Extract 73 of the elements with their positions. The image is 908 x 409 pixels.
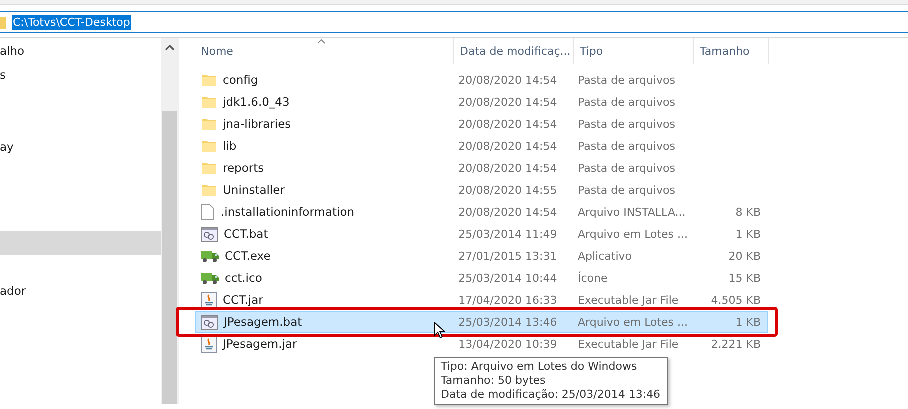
modified-date: 20/08/2020 14:54: [458, 162, 558, 174]
file-name[interactable]: JPesagem.bat: [224, 315, 302, 329]
nav-item[interactable]: ador: [0, 284, 26, 298]
truck-icon: [201, 271, 219, 285]
modified-date: 25/03/2014 13:46: [458, 316, 558, 328]
file-type: Aplicativo: [578, 250, 632, 262]
document-icon: [201, 204, 215, 220]
scroll-up-icon[interactable]: [164, 45, 174, 51]
file-type: Pasta de arquivos: [578, 96, 676, 108]
modified-date: 20/08/2020 14:54: [458, 96, 558, 108]
tooltip-line: Data de modificação: 25/03/2014 13:46: [441, 388, 661, 402]
file-type: Executable Jar File: [578, 294, 679, 306]
file-type: Pasta de arquivos: [578, 162, 676, 174]
address-path: C:\Totvs\CCT-Desktop: [12, 14, 132, 30]
file-type: Pasta de arquivos: [578, 118, 676, 130]
sort-caret-icon: [317, 39, 326, 44]
file-name[interactable]: CCT.bat: [224, 227, 268, 241]
file-size: 1 KB: [736, 228, 762, 240]
gear-window-icon: [201, 226, 218, 242]
file-name[interactable]: jna-libraries: [223, 117, 292, 131]
modified-date: 20/08/2020 14:54: [458, 140, 558, 152]
file-name[interactable]: CCT.jar: [223, 293, 264, 307]
file-size: 15 KB: [728, 272, 762, 284]
column-header[interactable]: Tipo: [574, 38, 694, 64]
file-type: Pasta de arquivos: [578, 184, 676, 196]
modified-date: 13/04/2020 10:39: [458, 338, 558, 350]
file-type: Ícone: [578, 272, 608, 284]
file-size: 1 KB: [736, 316, 762, 328]
tooltip-line: Tamanho: 50 bytes: [441, 374, 547, 388]
nav-item[interactable]: [0, 231, 161, 255]
file-size: 4.505 KB: [711, 294, 762, 306]
gear-window-icon: [201, 314, 218, 330]
modified-date: 20/08/2020 14:55: [458, 184, 558, 196]
file-name[interactable]: lib: [223, 139, 237, 153]
address-bar[interactable]: C:\Totvs\CCT-Desktop: [0, 11, 908, 33]
modified-date: 20/08/2020 14:54: [458, 118, 558, 130]
column-header[interactable]: Nome: [195, 38, 454, 64]
file-name[interactable]: CCT.exe: [225, 249, 271, 263]
file-name[interactable]: config: [223, 73, 258, 87]
file-type: Pasta de arquivos: [578, 140, 676, 152]
modified-date: 17/04/2020 16:33: [458, 294, 558, 306]
file-name[interactable]: .installationinformation: [221, 205, 355, 219]
java-file-icon: [201, 292, 217, 308]
scrollbar[interactable]: [161, 38, 178, 404]
nav-item[interactable]: ay: [0, 140, 14, 154]
column-header[interactable]: Data de modificaç...: [454, 38, 574, 64]
scroll-thumb[interactable]: [162, 111, 177, 404]
modified-date: 20/08/2020 14:54: [458, 74, 558, 86]
modified-date: 25/03/2014 11:49: [458, 228, 558, 240]
modified-date: 20/08/2020 14:54: [458, 206, 558, 218]
selected-row[interactable]: JPesagem.bat 25/03/2014 13:46 Arquivo em Lotes ... 1 KB: [195, 311, 768, 333]
file-type: Pasta de arquivos: [578, 74, 676, 86]
modified-date: 25/03/2014 10:44: [458, 272, 558, 284]
file-name[interactable]: jdk1.6.0_43: [223, 95, 290, 109]
file-size: 2.221 KB: [711, 338, 762, 350]
file-type: Arquivo INSTALLA...: [578, 206, 686, 218]
file-name[interactable]: JPesagem.jar: [223, 337, 298, 351]
nav-item[interactable]: s: [0, 68, 6, 82]
tooltip-line: Tipo: Arquivo em Lotes do Windows: [441, 360, 638, 374]
modified-date: 27/01/2015 13:31: [458, 250, 558, 262]
file-name[interactable]: reports: [223, 161, 264, 175]
file-type: Arquivo em Lotes ...: [578, 228, 688, 240]
file-name[interactable]: cct.ico: [225, 271, 262, 285]
column-header[interactable]: Tamanho: [694, 38, 769, 64]
file-size: 8 KB: [736, 206, 762, 218]
nav-item[interactable]: alho: [0, 44, 25, 58]
java-file-icon: [201, 336, 217, 352]
truck-icon: [201, 249, 219, 263]
file-size: 20 KB: [728, 250, 762, 262]
file-type: Executable Jar File: [578, 338, 679, 350]
file-type: Arquivo em Lotes ...: [578, 316, 688, 328]
file-name[interactable]: Uninstaller: [223, 183, 285, 197]
mouse-cursor-icon: [434, 322, 445, 339]
